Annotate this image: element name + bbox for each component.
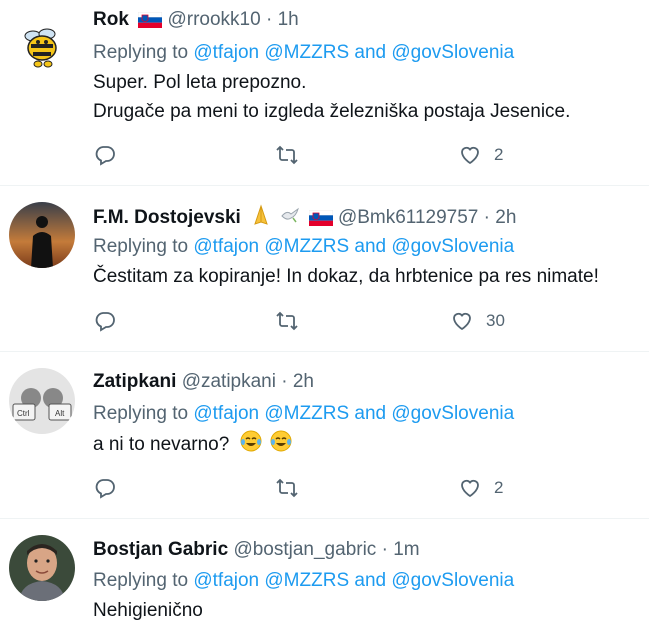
timestamp[interactable]: 2h	[495, 207, 516, 228]
heart-icon	[453, 312, 471, 331]
retweet-button[interactable]	[275, 307, 311, 335]
avatar-rok[interactable]	[9, 14, 75, 80]
replying-to-label: Replying to	[93, 403, 189, 424]
tweet-text: Super. Pol leta prepozno. Drugače pa men…	[93, 68, 570, 126]
reply-button[interactable]	[93, 474, 129, 502]
dove-icon	[279, 204, 301, 233]
tweet-header: Zatipkani @zatipkani · 2h	[93, 370, 314, 394]
tweet-text: a ni to nevarno?	[93, 429, 293, 462]
flag-slovenia-icon	[137, 11, 163, 35]
replying-to-mentions[interactable]: @tfajon @MZZRS and @govSlovenia	[193, 570, 514, 591]
like-button[interactable]: 30	[450, 307, 505, 335]
tweet-text-line: Čestitam za kopiranje! In dokaz, da hrbt…	[93, 266, 599, 287]
heart-icon	[461, 479, 479, 498]
retweet-icon	[276, 478, 298, 498]
tweet-text: Čestitam za kopiranje! In dokaz, da hrbt…	[93, 262, 599, 291]
reply-icon	[95, 479, 115, 499]
flag-slovenia-icon	[308, 209, 333, 233]
tears-of-joy-icon	[269, 429, 293, 462]
tweet-text-line: a ni to nevarno?	[93, 434, 230, 455]
tweet-text-line: Nehigienično	[93, 600, 203, 621]
author-handle[interactable]: @zatipkani	[182, 371, 276, 392]
replying-to-label: Replying to	[93, 570, 189, 591]
separator-dot: ·	[281, 371, 288, 392]
author-handle[interactable]: @bostjan_gabric	[233, 539, 376, 560]
separator-dot: ·	[381, 539, 388, 560]
separator-dot: ·	[483, 207, 490, 228]
avatar-zatipkani[interactable]: Ctrl Alt	[9, 368, 75, 434]
reply-button[interactable]	[93, 307, 129, 335]
replying-to: Replying to @tfajon @MZZRS and @govSlove…	[93, 569, 514, 593]
folded-hands-icon	[250, 204, 272, 233]
timestamp[interactable]: 2h	[293, 371, 314, 392]
tweet-text-line: Drugače pa meni to izgleda železniška po…	[93, 101, 571, 122]
retweet-icon	[276, 145, 298, 165]
retweet-button[interactable]	[275, 141, 311, 169]
reply-button[interactable]	[93, 141, 129, 169]
retweet-icon	[276, 311, 298, 331]
tweet-actions: 2	[93, 141, 633, 169]
author-name[interactable]: Rok	[93, 9, 129, 30]
like-count: 2	[494, 145, 504, 164]
separator-dot: ·	[265, 9, 273, 30]
tweet-header: Rok @rrookk10 · 1h	[93, 8, 299, 35]
author-name[interactable]: F.M. Dostojevski	[93, 207, 241, 228]
tweet-header: F.M. Dostojevski @Bmk61129757 · 2h	[93, 204, 516, 233]
replying-to-label: Replying to	[93, 236, 189, 257]
replying-to-mentions[interactable]: @tfajon @MZZRS and @govSlovenia	[193, 42, 514, 63]
tweet[interactable]: F.M. Dostojevski @Bmk61129757 · 2h Reply…	[0, 185, 649, 352]
svg-text:Alt: Alt	[55, 409, 65, 418]
timestamp[interactable]: 1h	[278, 9, 299, 30]
retweet-button[interactable]	[275, 474, 311, 502]
author-handle[interactable]: @Bmk61129757	[338, 207, 478, 228]
svg-text:Ctrl: Ctrl	[17, 409, 30, 418]
tweet-header: Bostjan Gabric @bostjan_gabric · 1m	[93, 538, 420, 562]
author-name[interactable]: Bostjan Gabric	[93, 539, 228, 560]
reply-icon	[95, 146, 115, 166]
heart-icon	[461, 146, 479, 165]
like-button[interactable]: 2	[458, 141, 503, 169]
replying-to: Replying to @tfajon @MZZRS and @govSlove…	[93, 41, 514, 65]
tweet-text-line: Super. Pol leta prepozno.	[93, 72, 307, 93]
avatar-fm-dostojevski[interactable]	[9, 202, 75, 268]
tweet[interactable]: Rok @rrookk10 · 1h Replying to @tfajon @…	[0, 0, 649, 186]
tweet-actions: 30	[93, 307, 633, 335]
replying-to: Replying to @tfajon @MZZRS and @govSlove…	[93, 235, 514, 259]
tweet[interactable]: Ctrl Alt Zatipkani @zatipkani · 2h Reply…	[0, 351, 649, 519]
avatar-bostjan-gabric[interactable]	[9, 535, 75, 601]
replying-to-label: Replying to	[93, 42, 189, 63]
reply-icon	[95, 312, 115, 332]
author-handle[interactable]: @rrookk10	[167, 9, 260, 30]
tears-of-joy-icon	[239, 429, 263, 462]
like-count: 30	[486, 311, 505, 330]
replying-to-mentions[interactable]: @tfajon @MZZRS and @govSlovenia	[193, 236, 514, 257]
replying-to-mentions[interactable]: @tfajon @MZZRS and @govSlovenia	[193, 403, 514, 424]
author-name[interactable]: Zatipkani	[93, 371, 176, 392]
tweet[interactable]: Bostjan Gabric @bostjan_gabric · 1m Repl…	[0, 518, 649, 635]
like-count: 2	[494, 478, 504, 497]
like-button[interactable]: 2	[458, 474, 503, 502]
tweet-text: Nehigienično	[93, 596, 203, 625]
timestamp[interactable]: 1m	[393, 539, 419, 560]
tweet-actions: 2	[93, 474, 633, 502]
replying-to: Replying to @tfajon @MZZRS and @govSlove…	[93, 402, 514, 426]
